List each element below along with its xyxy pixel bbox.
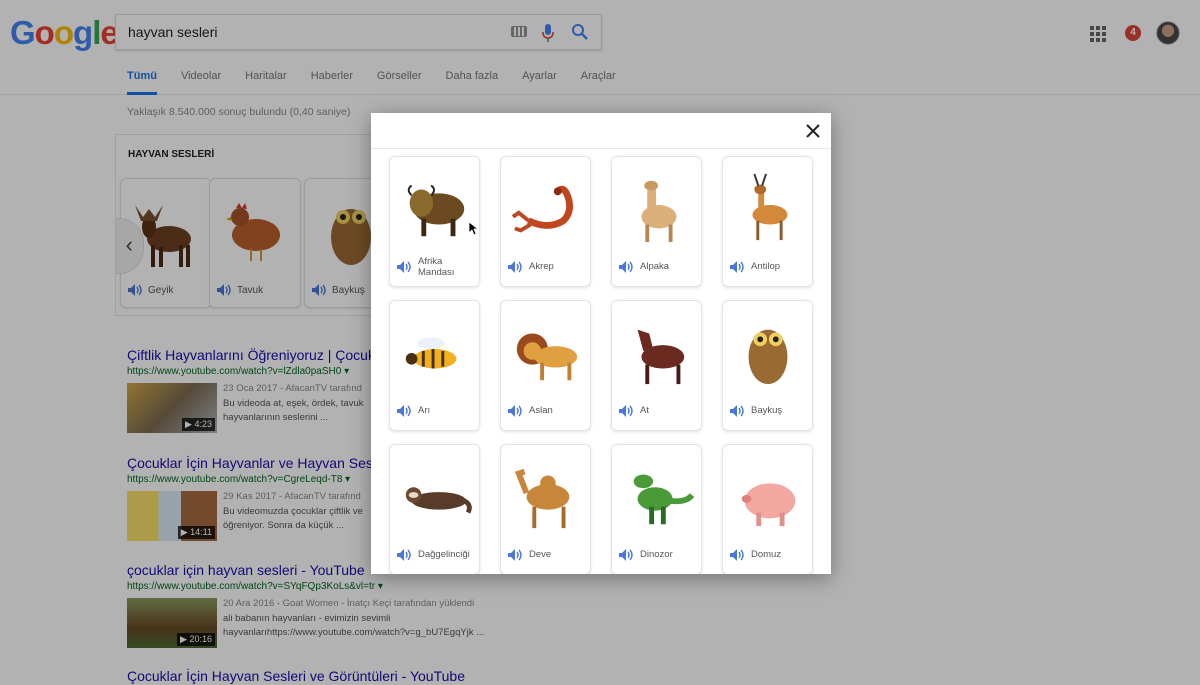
speaker-icon[interactable] — [729, 260, 745, 274]
speaker-icon[interactable] — [618, 548, 634, 562]
animal-tile[interactable]: Baykuş — [722, 300, 813, 431]
animal-tile[interactable]: Aslan — [500, 300, 591, 431]
animal-tile[interactable]: Arı — [389, 300, 480, 431]
animal-label: Antilop — [751, 261, 781, 272]
speaker-icon[interactable] — [396, 548, 412, 562]
animal-label: Alpaka — [640, 261, 670, 272]
animal-label: Deve — [529, 549, 552, 560]
scorpion-icon — [511, 185, 574, 233]
lion-icon — [516, 333, 578, 381]
animal-label: Dinozor — [640, 549, 673, 560]
mouse-cursor-icon — [469, 222, 479, 236]
animal-tile[interactable]: Dağgelinciği — [389, 444, 480, 574]
buffalo-icon — [407, 184, 465, 237]
speaker-icon[interactable] — [396, 260, 412, 274]
speaker-icon[interactable] — [507, 260, 523, 274]
speaker-icon[interactable] — [618, 260, 634, 274]
speaker-icon[interactable] — [729, 404, 745, 418]
animal-tile[interactable]: Afrika Mandası — [389, 156, 480, 287]
antelope-icon — [752, 173, 788, 241]
ferret-icon — [405, 487, 472, 514]
bee-icon — [405, 337, 457, 369]
alpaca-icon — [641, 180, 677, 243]
animal-tile[interactable]: Domuz — [722, 444, 813, 574]
camel-icon — [514, 468, 570, 529]
dinosaur-icon — [633, 474, 694, 525]
animal-tile[interactable]: Deve — [500, 444, 591, 574]
animal-label: At — [640, 405, 649, 416]
animal-tile[interactable]: Antilop — [722, 156, 813, 287]
speaker-icon[interactable] — [396, 404, 412, 418]
close-icon[interactable] — [804, 122, 822, 140]
owl-icon — [748, 329, 788, 385]
speaker-icon[interactable] — [507, 404, 523, 418]
animal-tile[interactable]: Dinozor — [611, 444, 702, 574]
animal-label: Dağgelinciği — [418, 549, 470, 560]
animal-tile[interactable]: At — [611, 300, 702, 431]
animal-label: Aslan — [529, 405, 553, 416]
animal-tile[interactable]: Alpaka — [611, 156, 702, 287]
animal-label: Afrika Mandası — [418, 256, 455, 278]
horse-icon — [637, 329, 685, 385]
animal-label: Domuz — [751, 549, 782, 560]
animal-label: Baykuş — [751, 405, 783, 416]
animal-tile[interactable]: Akrep — [500, 156, 591, 287]
speaker-icon[interactable] — [729, 548, 745, 562]
pig-icon — [741, 483, 796, 527]
speaker-icon[interactable] — [507, 548, 523, 562]
animal-sounds-dialog: Afrika Mandası Akrep Alpaka Antilop Arı Aslan… — [371, 113, 831, 574]
animal-label: Akrep — [529, 261, 554, 272]
animal-label: Arı — [418, 405, 431, 416]
speaker-icon[interactable] — [618, 404, 634, 418]
dialog-header — [371, 113, 831, 149]
